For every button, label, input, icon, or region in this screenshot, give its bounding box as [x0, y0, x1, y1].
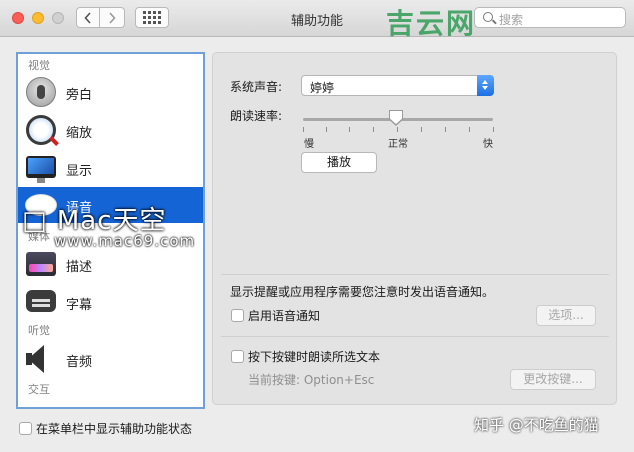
- announce-description: 显示提醒或应用程序需要您注意时发出语音通知。: [230, 285, 495, 299]
- sidebar-item-voiceover[interactable]: 旁白: [18, 74, 203, 110]
- section-header-interaction: 交互: [28, 383, 50, 396]
- divider: [221, 336, 609, 337]
- speak-selected-text-label: 按下按键时朗读所选文本: [248, 350, 381, 364]
- descriptions-icon: [26, 252, 56, 276]
- sidebar-item-label: 音频: [66, 355, 93, 370]
- system-voice-select[interactable]: 婷婷: [301, 75, 494, 96]
- voiceover-icon: [26, 77, 56, 107]
- zoom-icon: [26, 115, 56, 145]
- divider: [221, 274, 609, 275]
- sidebar-item-descriptions[interactable]: 描述: [18, 246, 203, 282]
- slider-tick: [493, 127, 494, 132]
- speaking-rate-label: 朗读速率:: [230, 109, 283, 123]
- system-voice-label: 系统声音:: [230, 80, 283, 94]
- sidebar-list[interactable]: 视觉 旁白 缩放 显示 语音 媒体 描述 字幕 听觉 音频 交互 □ Mac天空…: [16, 52, 205, 409]
- mac-url-watermark: www.mac69.com: [54, 232, 196, 250]
- sidebar-item-label: 旁白: [66, 88, 93, 103]
- enable-announcements-checkbox[interactable]: [231, 309, 244, 322]
- speak-selected-text-checkbox[interactable]: [231, 350, 244, 363]
- current-key-label: 当前按键: Option+Esc: [248, 373, 375, 387]
- rate-slow-label: 慢: [304, 139, 314, 150]
- slider-tick: [445, 127, 446, 132]
- options-button[interactable]: 选项...: [536, 305, 596, 326]
- search-icon: [483, 12, 493, 22]
- show-in-menubar-label: 在菜单栏中显示辅助功能状态: [36, 422, 193, 436]
- sidebar-item-audio[interactable]: 音频: [18, 341, 203, 377]
- system-voice-value: 婷婷: [310, 81, 335, 95]
- zhihu-watermark: 知乎 @不吃鱼的猫: [474, 416, 599, 434]
- slider-tick: [469, 127, 470, 132]
- display-icon: [26, 156, 56, 183]
- sidebar-item-zoom[interactable]: 缩放: [18, 112, 203, 148]
- enable-announcements-label: 启用语音通知: [248, 309, 321, 323]
- sidebar-item-display[interactable]: 显示: [18, 150, 203, 186]
- slider-tick: [349, 127, 350, 132]
- slider-tick: [303, 127, 304, 132]
- slider-tick: [397, 127, 398, 132]
- sidebar-item-label: 描述: [66, 260, 93, 275]
- sidebar-item-label: 缩放: [66, 126, 93, 141]
- captions-icon: [26, 290, 56, 312]
- search-input[interactable]: 搜索: [474, 7, 626, 28]
- slider-tick: [421, 127, 422, 132]
- rate-normal-label: 正常: [388, 139, 408, 150]
- change-key-button[interactable]: 更改按键...: [510, 369, 596, 390]
- sidebar-item-label: 显示: [66, 164, 93, 179]
- audio-icon: [26, 345, 44, 373]
- search-placeholder: 搜索: [499, 13, 524, 27]
- sidebar-item-captions[interactable]: 字幕: [18, 284, 203, 320]
- sidebar-item-label: 字幕: [66, 298, 93, 313]
- rate-fast-label: 快: [483, 139, 493, 150]
- site-watermark: 吉云网: [386, 7, 477, 40]
- play-button[interactable]: 播放: [301, 152, 377, 173]
- slider-tick: [373, 127, 374, 132]
- section-header-hearing: 听觉: [28, 324, 50, 337]
- section-header-vision: 视觉: [28, 59, 50, 72]
- select-arrows-icon: [477, 75, 494, 96]
- show-in-menubar-checkbox[interactable]: [19, 422, 32, 435]
- speech-settings-pane: 系统声音: 婷婷 朗读速率: 慢 正常 快 播放 显示提醒或应用程序需要您注意时…: [212, 52, 617, 405]
- title-bar: 辅助功能 搜索 吉云网: [0, 0, 634, 40]
- slider-tick: [326, 127, 327, 132]
